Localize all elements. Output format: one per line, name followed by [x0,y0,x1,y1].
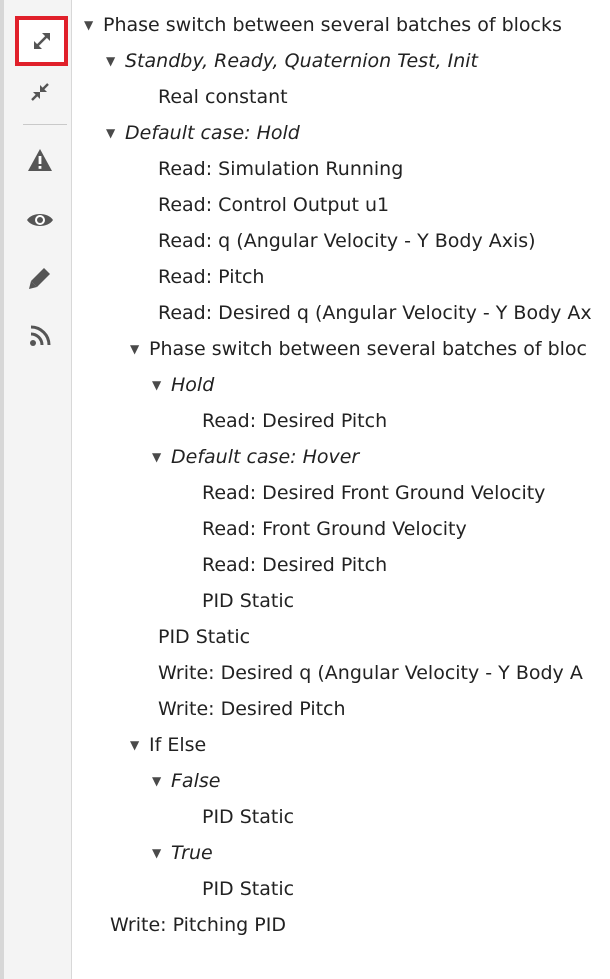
expand-caret-icon[interactable]: ▼ [84,12,100,38]
tree-item[interactable]: ▼ If Else [130,732,206,758]
tree-item-label: True [171,842,213,864]
tree-item-label: Standby, Ready, Quaternion Test, Init [125,50,478,72]
tree-item-label: Read: Desired q (Angular Velocity - Y Bo… [158,302,592,324]
tree-item[interactable]: ▼ Hold [152,372,214,398]
toolbar-separator [23,124,67,125]
expand-caret-icon[interactable]: ▼ [130,336,146,362]
expand-caret-icon[interactable]: ▼ [152,840,168,866]
tree-item-label: Phase switch between several batches of … [103,14,562,36]
tree-item-label: Hold [171,374,215,396]
expand-all-button[interactable] [15,16,68,66]
tree-item[interactable]: Read: Simulation Running [158,156,403,182]
tree-item[interactable]: Read: Desired Front Ground Velocity [202,480,545,506]
tree-item[interactable]: PID Static [158,624,250,650]
expand-caret-icon[interactable]: ▼ [106,120,122,146]
tree-item-label: Read: Desired Pitch [202,410,388,432]
tree-item-label: PID Static [202,878,295,900]
tree-item-label: Write: Desired Pitch [158,698,346,720]
tree-item[interactable]: ▼ True [152,840,213,866]
tree-item-label: Read: Simulation Running [158,158,404,180]
side-toolbar [0,0,72,979]
tree-item[interactable]: Read: q (Angular Velocity - Y Body Axis) [158,228,536,254]
tree-item[interactable]: PID Static [202,876,294,902]
tree-item[interactable]: PID Static [202,588,294,614]
tree-item[interactable]: Read: Desired q (Angular Velocity - Y Bo… [158,300,592,326]
tree-item-label: Default case: Hold [125,122,300,144]
tree-item[interactable]: Real constant [158,84,288,110]
edit-button[interactable] [14,256,66,300]
expand-caret-icon[interactable]: ▼ [130,732,146,758]
expand-caret-icon[interactable]: ▼ [152,444,168,470]
tree-item-label: Read: Pitch [158,266,265,288]
tree-item[interactable]: ▼ Standby, Ready, Quaternion Test, Init [106,48,478,74]
tree-item[interactable]: Read: Front Ground Velocity [202,516,467,542]
tree-item-label: Read: Control Output u1 [158,194,390,216]
view-button[interactable] [14,198,66,242]
warnings-button[interactable] [14,138,66,182]
tree-item-label: If Else [149,734,207,756]
tree-item[interactable]: Write: Desired Pitch [158,696,346,722]
eye-icon [27,214,53,226]
tree-item-label: Write: Pitching PID [110,914,286,936]
tree-item[interactable]: ▼ Default case: Hover [152,444,359,470]
block-tree: ▼ Phase switch between several batches o… [72,0,610,979]
tree-item[interactable]: Read: Desired Pitch [202,552,387,578]
tree-item[interactable]: Read: Pitch [158,264,264,290]
expand-caret-icon[interactable]: ▼ [152,372,168,398]
block-tree-panel: ▼ Phase switch between several batches o… [0,0,610,979]
tree-item-label: Read: q (Angular Velocity - Y Body Axis) [158,230,536,252]
tree-item[interactable]: Read: Control Output u1 [158,192,389,218]
collapse-arrows-icon [31,83,49,101]
tree-item[interactable]: ▼ False [152,768,220,794]
tree-item-label: Phase switch between several batches of … [149,338,587,360]
tree-item[interactable]: ▼ Default case: Hold [106,120,300,146]
expand-caret-icon[interactable]: ▼ [106,48,122,74]
feed-button[interactable] [14,314,66,358]
collapse-all-button[interactable] [14,70,66,114]
expand-arrows-icon [33,33,50,49]
tree-item-label: Default case: Hover [171,446,360,468]
tree-item-label: Read: Desired Pitch [202,554,388,576]
tree-item[interactable]: ▼ Phase switch between several batches o… [84,12,562,38]
tree-item-label: PID Static [202,590,295,612]
pencil-icon [29,268,50,289]
tree-item-label: Read: Desired Front Ground Velocity [202,482,546,504]
tree-item[interactable]: PID Static [202,804,294,830]
tree-item[interactable]: Write: Desired q (Angular Velocity - Y B… [158,660,583,686]
tree-item-label: PID Static [158,626,251,648]
tree-item-label: PID Static [202,806,295,828]
tree-item-label: Real constant [158,86,288,108]
tree-item-label: Write: Desired q (Angular Velocity - Y B… [158,662,583,684]
tree-item-label: Read: Front Ground Velocity [202,518,467,540]
tree-item-label: False [171,770,221,792]
rss-feed-icon [30,325,51,346]
tree-item[interactable]: ▼ Phase switch between several batches o… [130,336,587,362]
tree-item[interactable]: Read: Desired Pitch [202,408,387,434]
tree-item[interactable]: Write: Pitching PID [110,912,286,938]
warning-triangle-icon [28,149,52,171]
expand-caret-icon[interactable]: ▼ [152,768,168,794]
